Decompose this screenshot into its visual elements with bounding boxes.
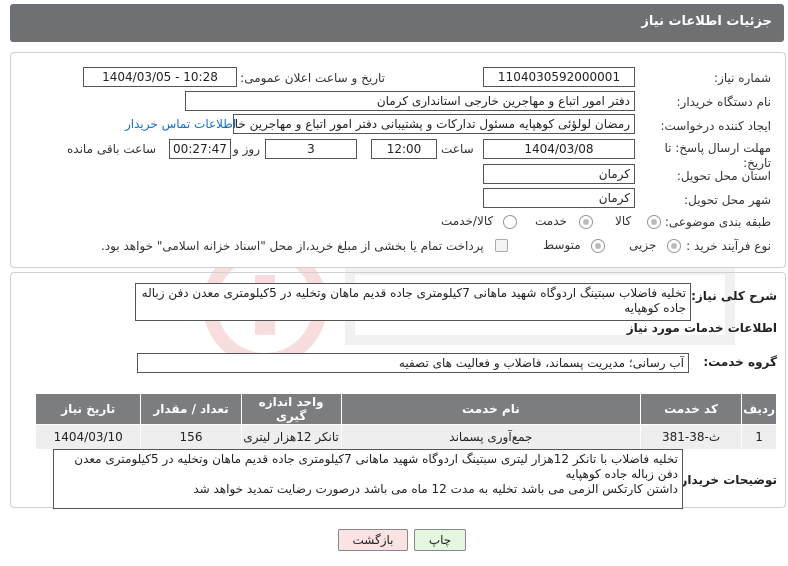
- page-title: جزئیات اطلاعات نیاز: [641, 14, 772, 29]
- days-label: روز و: [233, 142, 260, 156]
- summary-label: شرح کلی نیاز:: [691, 289, 777, 303]
- services-panel: شرح کلی نیاز: تخلیه فاضلاب سبتینگ اردوگا…: [10, 272, 786, 509]
- treasury-payment-checkbox[interactable]: [495, 239, 508, 252]
- table-header-row: ردیف کد خدمت نام خدمت واحد اندازه گیری ت…: [34, 393, 777, 425]
- need-info-panel: شماره نیاز: 1104030592000001 تاریخ و ساع…: [10, 52, 786, 268]
- process-label: نوع فرآیند خرید :: [686, 239, 771, 253]
- category-option-both: کالا/خدمت: [441, 214, 494, 228]
- category-option-goods: کالا: [615, 214, 632, 228]
- contact-buyer-link[interactable]: اطلاعات تماس خریدار: [125, 117, 236, 131]
- cell-code: ث-38-381: [639, 424, 743, 450]
- buyer-notes-textarea[interactable]: تخلیه فاضلاب با تانکر 12هزار لیتری سبتین…: [53, 449, 683, 509]
- col-unit: واحد اندازه گیری: [240, 393, 342, 425]
- deadline-time-field[interactable]: 12:00: [371, 139, 437, 159]
- category-radio-goods[interactable]: [647, 215, 661, 229]
- province-field[interactable]: کرمان: [483, 164, 635, 184]
- province-label: استان محل تحویل:: [676, 169, 771, 183]
- buyer-notes-label: توضیحات خریدار:: [675, 473, 777, 487]
- service-group-label: گروه خدمت:: [703, 355, 777, 369]
- days-field[interactable]: 3: [265, 139, 357, 159]
- col-qty: تعداد / مقدار: [140, 393, 242, 425]
- category-radio-service[interactable]: [579, 215, 593, 229]
- cell-row: 1: [741, 424, 777, 450]
- time-label: ساعت: [441, 142, 474, 156]
- need-number-label: شماره نیاز:: [714, 71, 771, 85]
- service-group-field[interactable]: آب رسانی؛ مدیریت پسماند، فاضلاب و فعالیت…: [137, 353, 689, 373]
- need-number-field[interactable]: 1104030592000001: [483, 67, 635, 87]
- process-radio-medium[interactable]: [591, 239, 605, 253]
- creator-field[interactable]: رمضان لولؤئی کوهپایه مسئول تدارکات و پشت…: [233, 114, 635, 134]
- services-table: ردیف کد خدمت نام خدمت واحد اندازه گیری ت…: [34, 393, 777, 450]
- col-date: تاریخ نیاز: [34, 393, 142, 425]
- announce-label: تاریخ و ساعت اعلان عمومی:: [240, 71, 385, 85]
- process-radio-minor[interactable]: [667, 239, 681, 253]
- category-label: طبقه بندی موضوعی:: [664, 215, 771, 229]
- col-name: نام خدمت: [340, 393, 642, 425]
- cell-date: 1404/03/10: [34, 424, 142, 450]
- back-button[interactable]: بازگشت: [338, 529, 408, 551]
- buyer-notes-line1: تخلیه فاضلاب با تانکر 12هزار لیتری سبتین…: [74, 452, 678, 481]
- buyer-notes-line2: داشتن کارتکس الزمی می باشد تخلیه به مدت …: [193, 482, 678, 496]
- col-row: ردیف: [741, 393, 777, 425]
- table-row[interactable]: 1 ث-38-381 جمع‌آوری پسماند تانکر 12هزار …: [34, 424, 777, 450]
- creator-label: ایجاد کننده درخواست:: [660, 119, 771, 133]
- city-field[interactable]: کرمان: [483, 188, 635, 208]
- process-option-minor: جزیی: [629, 238, 657, 252]
- services-section-title: اطلاعات خدمات مورد نیاز: [626, 321, 777, 335]
- buyer-field[interactable]: دفتر امور اتباع و مهاجرین خارجی استاندار…: [185, 91, 635, 111]
- payment-note: پرداخت تمام یا بخشی از مبلغ خرید،از محل …: [101, 239, 484, 253]
- page-header: جزئیات اطلاعات نیاز: [10, 4, 784, 42]
- cell-qty: 156: [140, 424, 242, 450]
- city-label: شهر محل تحویل:: [684, 193, 771, 207]
- announce-field[interactable]: 1404/03/05 - 10:28: [83, 67, 237, 87]
- process-option-medium: متوسط: [543, 238, 581, 252]
- print-button[interactable]: چاپ: [414, 529, 466, 551]
- category-radio-both[interactable]: [503, 215, 517, 229]
- deadline-label: مهلت ارسال پاسخ: تا تاریخ:: [664, 141, 771, 170]
- remaining-time-field[interactable]: 00:27:47: [169, 139, 231, 159]
- cell-name: جمع‌آوری پسماند: [340, 424, 642, 450]
- buyer-label: نام دستگاه خریدار:: [676, 95, 772, 109]
- col-code: کد خدمت: [639, 393, 743, 425]
- category-option-service: خدمت: [535, 214, 567, 228]
- remaining-label: ساعت باقی مانده: [67, 142, 157, 156]
- deadline-date-field[interactable]: 1404/03/08: [483, 139, 635, 159]
- cell-unit: تانکر 12هزار لیتری: [240, 424, 342, 450]
- summary-textarea[interactable]: تخلیه فاضلاب سبتینگ اردوگاه شهید ماهانی …: [135, 283, 691, 321]
